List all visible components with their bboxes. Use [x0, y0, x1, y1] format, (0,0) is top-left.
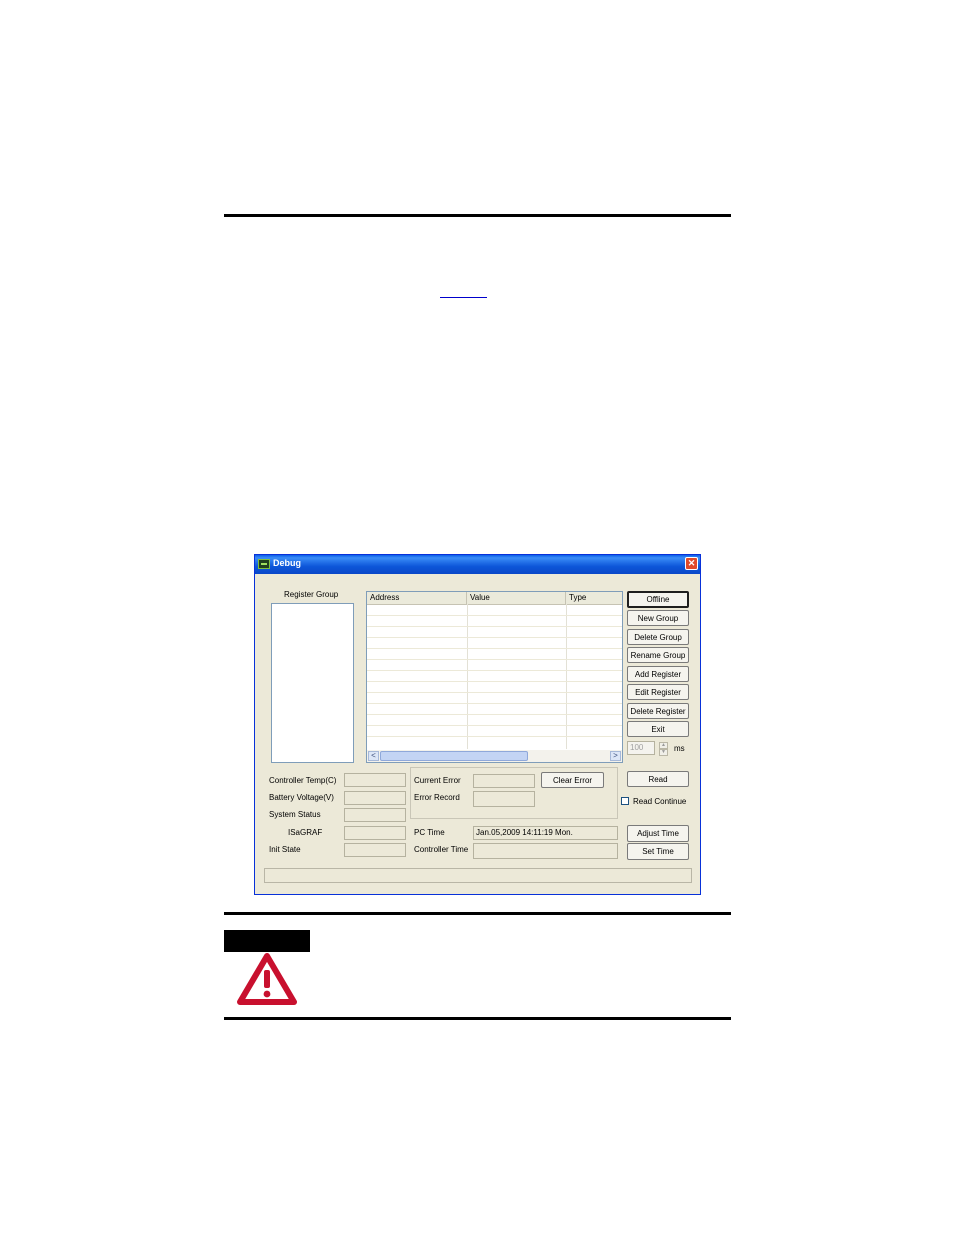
row-line — [367, 670, 622, 671]
row-line — [367, 626, 622, 627]
read-button[interactable]: Read — [627, 771, 689, 787]
read-continue-checkbox[interactable] — [621, 797, 629, 805]
interval-unit: ms — [674, 744, 685, 753]
current-error-label: Current Error — [414, 776, 461, 785]
battery-voltage-label: Battery Voltage(V) — [269, 793, 334, 802]
status-bar — [264, 868, 692, 883]
system-status-field — [344, 808, 406, 822]
controller-time-field — [473, 843, 618, 859]
scroll-thumb[interactable] — [380, 751, 528, 761]
column-type[interactable]: Type — [566, 592, 622, 604]
hyperlink-underline[interactable] — [440, 297, 487, 298]
edit-register-button[interactable]: Edit Register — [627, 684, 689, 700]
scroll-right-icon[interactable]: > — [610, 751, 621, 761]
app-icon — [258, 559, 270, 569]
error-record-label: Error Record — [414, 793, 460, 802]
row-line — [367, 659, 622, 660]
spin-up-icon[interactable]: ▲ — [659, 742, 668, 749]
row-line — [367, 703, 622, 704]
table-header: Address Value Type — [367, 592, 622, 605]
clear-error-button[interactable]: Clear Error — [541, 772, 604, 788]
current-error-field — [473, 774, 535, 788]
delete-group-button[interactable]: Delete Group — [627, 629, 689, 645]
system-status-label: System Status — [269, 810, 321, 819]
adjust-time-button[interactable]: Adjust Time — [627, 825, 689, 842]
battery-voltage-field — [344, 791, 406, 805]
row-line — [367, 681, 622, 682]
warning-bottom-divider — [224, 1017, 731, 1020]
rename-group-button[interactable]: Rename Group — [627, 647, 689, 663]
controller-temp-label: Controller Temp(C) — [269, 776, 337, 785]
read-continue-label[interactable]: Read Continue — [633, 797, 686, 806]
row-line — [367, 648, 622, 649]
pc-time-field: Jan.05,2009 14:11:19 Mon. — [473, 826, 618, 840]
set-time-button[interactable]: Set Time — [627, 843, 689, 860]
controller-time-label: Controller Time — [414, 845, 469, 854]
row-line — [367, 637, 622, 638]
window-title: Debug — [273, 558, 301, 568]
row-line — [367, 736, 622, 737]
top-divider — [224, 214, 731, 217]
scroll-left-icon[interactable]: < — [368, 751, 379, 761]
row-line — [367, 615, 622, 616]
error-record-field — [473, 791, 535, 807]
init-state-label: Init State — [269, 845, 301, 854]
exit-button[interactable]: Exit — [627, 721, 689, 737]
register-group-label: Register Group — [284, 590, 339, 599]
title-bar[interactable]: Debug ✕ — [255, 555, 700, 574]
row-line — [367, 692, 622, 693]
delete-register-button[interactable]: Delete Register — [627, 703, 689, 719]
debug-window: Debug ✕ Register Group Address Value Typ… — [254, 554, 701, 895]
new-group-button[interactable]: New Group — [627, 610, 689, 626]
row-line — [367, 725, 622, 726]
isagraf-field — [344, 826, 406, 840]
controller-temp-field — [344, 773, 406, 787]
warning-tag — [224, 930, 310, 952]
pc-time-label: PC Time — [414, 828, 445, 837]
interval-input[interactable]: 100 — [627, 741, 655, 755]
horizontal-scrollbar[interactable]: < > — [367, 750, 622, 762]
isagraf-label: ISaGRAF — [288, 828, 323, 837]
register-table[interactable]: Address Value Type < > — [366, 591, 623, 763]
warning-triangle-icon — [237, 953, 297, 1005]
column-address[interactable]: Address — [367, 592, 467, 604]
warning-top-divider — [224, 912, 731, 915]
register-group-list[interactable] — [271, 603, 354, 763]
spin-down-icon[interactable]: ▼ — [659, 749, 668, 756]
row-line — [367, 714, 622, 715]
close-icon[interactable]: ✕ — [685, 557, 698, 570]
column-value[interactable]: Value — [467, 592, 566, 604]
init-state-field — [344, 843, 406, 857]
offline-button[interactable]: Offline — [627, 591, 689, 608]
add-register-button[interactable]: Add Register — [627, 666, 689, 682]
